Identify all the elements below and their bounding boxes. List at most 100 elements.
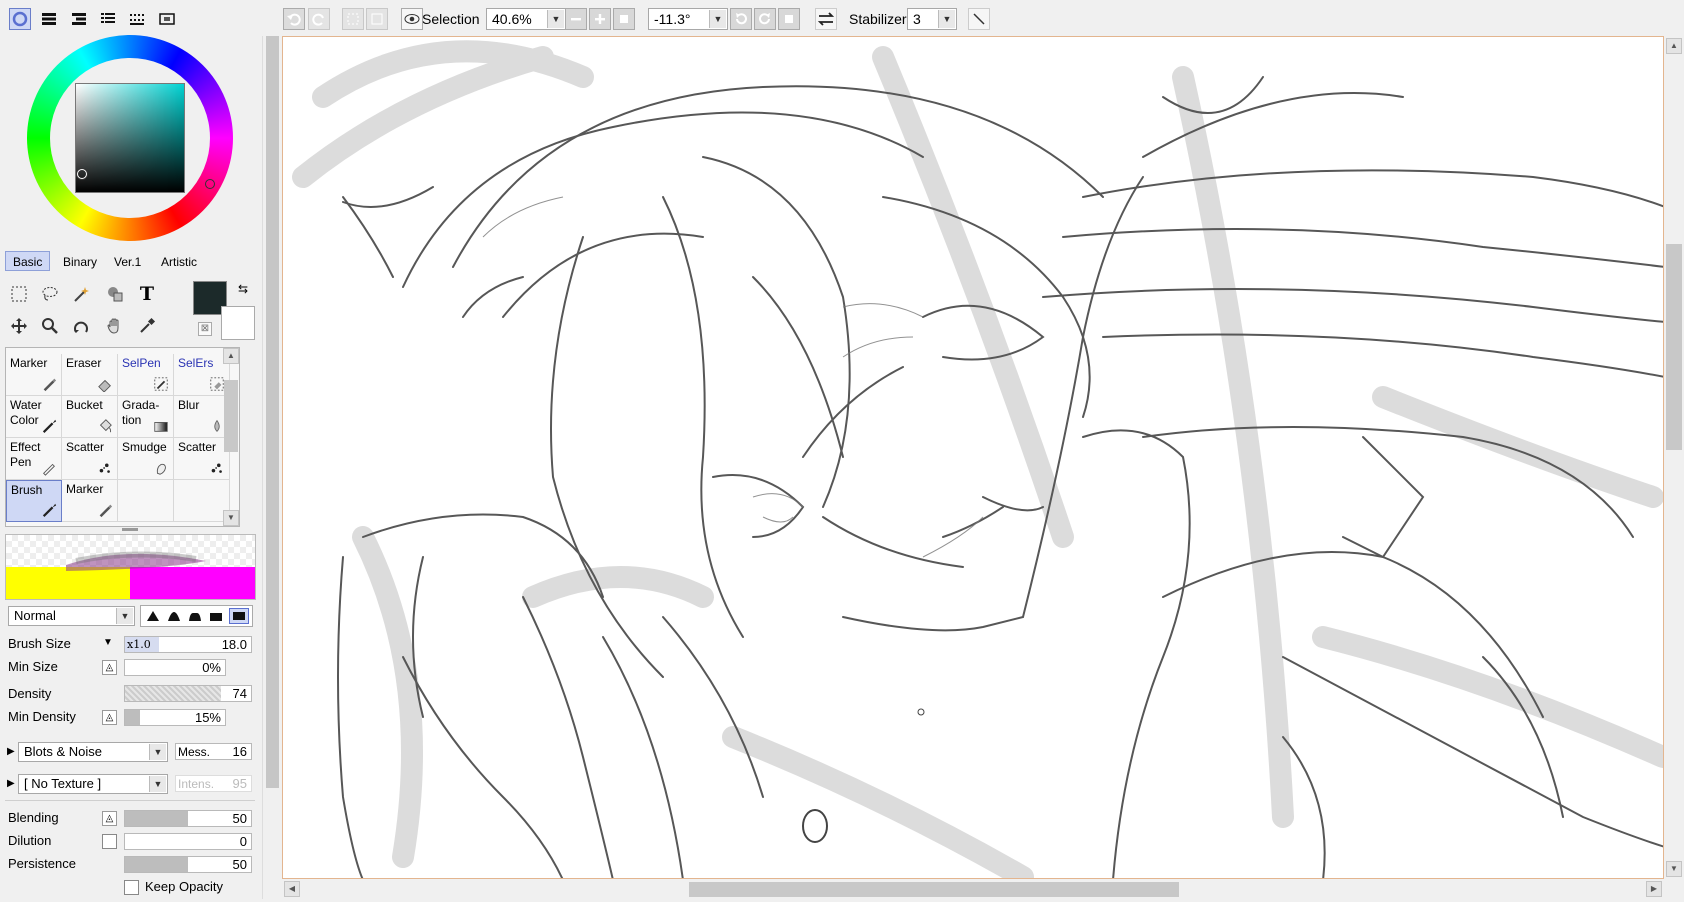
preset-tab-basic[interactable]: Basic xyxy=(5,251,51,271)
scratchpad-tab-icon[interactable] xyxy=(126,8,148,30)
brush-slot-bucket[interactable]: Bucket xyxy=(62,396,118,438)
canvas-vertical-scrollbar[interactable]: ▲ ▼ xyxy=(1664,36,1684,879)
flip-horizontal-icon[interactable] xyxy=(815,8,837,30)
brush-slot-empty[interactable] xyxy=(174,480,230,522)
text-tool-icon[interactable]: T xyxy=(135,282,159,306)
brush-slot-blur[interactable]: Blur xyxy=(174,396,230,438)
brush-slot-smudge[interactable]: Smudge xyxy=(118,438,174,480)
brush-grid-scroll-down[interactable]: ▼ xyxy=(223,510,239,526)
left-panel-scroll-thumb[interactable] xyxy=(266,28,279,788)
brush-slot-scatter[interactable]: Scatter xyxy=(62,438,118,480)
brush-shape-round-icon[interactable] xyxy=(188,610,202,625)
zoom-reset-icon[interactable] xyxy=(613,8,635,30)
color-list-tab-icon[interactable] xyxy=(68,8,90,30)
canvas-vertical-scroll-thumb[interactable] xyxy=(1666,244,1682,450)
saturation-value-square[interactable] xyxy=(75,83,185,193)
brush-shape-flat-icon[interactable] xyxy=(209,610,223,625)
blots-noise-select[interactable]: Blots & Noise ▼ xyxy=(18,742,168,762)
persistence-value: 50 xyxy=(232,857,247,872)
eyedropper-tool-icon[interactable] xyxy=(135,314,159,338)
color-wheel-tab-icon[interactable] xyxy=(9,8,31,30)
brush-slot-brush[interactable]: Brush xyxy=(6,480,62,522)
dilution-slider[interactable]: 0 xyxy=(124,833,252,850)
rotation-select[interactable]: -11.3° ▼ xyxy=(648,8,728,30)
brush-size-slider[interactable]: x1.0 18.0 xyxy=(124,636,252,653)
expand-blots-icon[interactable]: ▶ xyxy=(7,746,15,757)
zoom-out-icon[interactable] xyxy=(565,8,587,30)
preset-tab-artistic[interactable]: Artistic xyxy=(153,251,205,271)
magic-wand-tool-icon[interactable] xyxy=(69,282,93,306)
left-panel-scrollbar[interactable]: ▲ xyxy=(262,8,282,899)
canvas-horizontal-scrollbar[interactable]: ◀ ▶ xyxy=(282,879,1664,899)
brush-slot-effect-pen[interactable]: Effect Pen xyxy=(6,438,62,480)
redo-icon[interactable] xyxy=(308,8,330,30)
brush-slot-selpen[interactable]: SelPen xyxy=(118,354,174,396)
min-density-pressure-icon[interactable]: ◬ xyxy=(102,710,117,725)
selection-visibility-icon[interactable] xyxy=(401,8,423,30)
blend-mode-select[interactable]: Normal ▼ xyxy=(8,606,135,626)
min-size-slider[interactable]: 0% xyxy=(124,659,226,676)
rotation-reset-icon[interactable] xyxy=(778,8,800,30)
color-wheel[interactable] xyxy=(27,35,233,241)
sv-picker-handle[interactable] xyxy=(77,169,87,179)
brush-slot-marker[interactable]: Marker xyxy=(6,354,62,396)
move-tool-icon[interactable] xyxy=(7,314,31,338)
canvas-horizontal-scroll-thumb[interactable] xyxy=(689,882,1179,897)
canvas-scroll-left[interactable]: ◀ xyxy=(284,881,300,897)
mess-slider[interactable]: Mess. 16 xyxy=(175,743,252,760)
navigator-tab-icon[interactable] xyxy=(156,8,178,30)
deselect-icon[interactable] xyxy=(342,8,364,30)
expand-texture-icon[interactable]: ▶ xyxy=(7,778,15,789)
secondary-color-swatch[interactable] xyxy=(221,306,255,340)
blending-pressure-icon[interactable]: ◬ xyxy=(102,811,117,826)
canvas-scroll-down[interactable]: ▼ xyxy=(1666,861,1682,877)
hue-picker-handle[interactable] xyxy=(205,179,215,189)
canvas-scroll-up[interactable]: ▲ xyxy=(1666,38,1682,54)
brush-shape-soft-icon[interactable] xyxy=(167,610,181,625)
brush-slot-empty[interactable] xyxy=(118,480,174,522)
color-sliders-tab-icon[interactable] xyxy=(38,8,60,30)
persistence-slider[interactable]: 50 xyxy=(124,856,252,873)
brush-slot-scatter[interactable]: Scatter xyxy=(174,438,230,480)
min-size-pressure-icon[interactable]: ◬ xyxy=(102,660,117,675)
hand-tool-icon[interactable] xyxy=(103,314,127,338)
brush-size-multiplier[interactable]: x1.0 xyxy=(125,637,159,652)
rotate-tool-icon[interactable] xyxy=(69,314,93,338)
swatches-tab-icon[interactable] xyxy=(97,8,119,30)
min-density-slider[interactable]: 15% xyxy=(124,709,226,726)
brush-slot-marker[interactable]: Marker xyxy=(62,480,118,522)
brush-shape-sharp-icon[interactable] xyxy=(146,610,160,625)
dilution-pressure-checkbox[interactable] xyxy=(102,834,117,849)
canvas-scroll-right[interactable]: ▶ xyxy=(1646,881,1662,897)
drawing-canvas[interactable] xyxy=(282,36,1664,879)
rotate-cw-icon[interactable] xyxy=(754,8,776,30)
brush-slot-grada-tion[interactable]: Grada- tion xyxy=(118,396,174,438)
stabilizer-select[interactable]: 3 ▼ xyxy=(907,8,957,30)
texture-select[interactable]: [ No Texture ] ▼ xyxy=(18,774,168,794)
invert-selection-icon[interactable] xyxy=(366,8,388,30)
blending-slider[interactable]: 50 xyxy=(124,810,252,827)
brush-grid-scrollbar-thumb[interactable] xyxy=(224,380,238,452)
density-slider[interactable]: 74 xyxy=(124,685,252,702)
brush-slot-eraser[interactable]: Eraser xyxy=(62,354,118,396)
undo-icon[interactable] xyxy=(283,8,305,30)
preset-tab-binary[interactable]: Binary xyxy=(55,251,105,271)
brush-size-dropdown-icon[interactable]: ▼ xyxy=(103,637,113,648)
zoom-tool-icon[interactable] xyxy=(38,314,62,338)
rotate-ccw-icon[interactable] xyxy=(730,8,752,30)
line-tool-icon[interactable] xyxy=(968,8,990,30)
transparent-color-icon[interactable]: ⊠ xyxy=(198,322,212,336)
brush-grid-scroll-up[interactable]: ▲ xyxy=(223,348,239,364)
panel-resize-handle[interactable] xyxy=(122,528,138,531)
rect-select-tool-icon[interactable] xyxy=(7,282,31,306)
brush-shape-square-icon[interactable] xyxy=(229,608,249,624)
swap-colors-icon[interactable]: ⇆ xyxy=(238,282,252,296)
brush-slot-water-color[interactable]: Water Color xyxy=(6,396,62,438)
shape-tool-icon[interactable] xyxy=(103,282,127,306)
zoom-in-icon[interactable] xyxy=(589,8,611,30)
lasso-tool-icon[interactable] xyxy=(38,282,62,306)
keep-opacity-checkbox[interactable] xyxy=(124,880,139,895)
brush-slot-selers[interactable]: SelErs xyxy=(174,354,230,396)
preset-tab-ver1[interactable]: Ver.1 xyxy=(106,251,149,271)
zoom-select[interactable]: 40.6% ▼ xyxy=(486,8,566,30)
